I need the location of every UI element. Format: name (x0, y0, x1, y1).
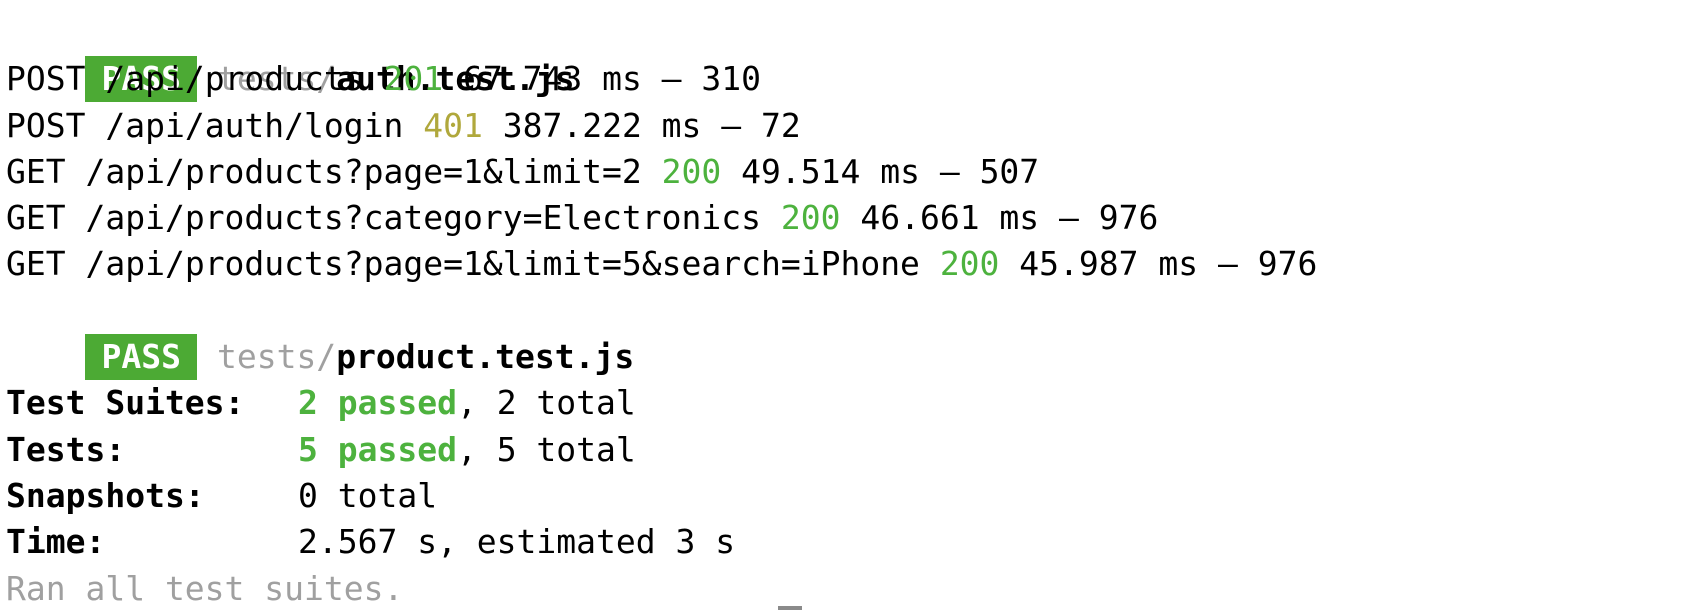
request-log-line: GET /api/products?page=1&limit=2 200 49.… (6, 149, 1676, 195)
suite-result-line: PASS tests/product.test.js (6, 288, 1676, 381)
suite-file: product.test.js (336, 337, 635, 377)
text-cursor (778, 606, 802, 610)
request-method: POST (6, 59, 86, 99)
summary-value: 0 total (298, 475, 438, 515)
summary-total: , 2 total (456, 383, 636, 423)
request-size: 310 (701, 59, 762, 99)
request-status: 401 (423, 105, 483, 145)
request-status: 200 (780, 198, 841, 238)
request-path: /api/products?page=1&limit=2 (85, 151, 642, 191)
suite-dir: tests/ (216, 337, 337, 377)
summary-passed: 5 passed (298, 429, 457, 469)
separator: – (1198, 244, 1258, 284)
request-method: GET (6, 244, 66, 284)
request-status: 201 (383, 59, 444, 99)
request-time: 46.661 ms (860, 198, 1040, 238)
request-log-line: POST /api/products 201 67.743 ms – 310 (6, 56, 1676, 102)
summary-suites: Test Suites: 2 passed, 2 total (6, 380, 1676, 426)
suite-result-line: PASS tests/auth.test.js (6, 10, 1676, 103)
request-path: /api/products?page=1&limit=5&search=iPho… (85, 244, 920, 284)
request-size: 976 (1257, 244, 1318, 284)
summary-label: Time: (6, 522, 106, 562)
request-size: 72 (761, 105, 801, 145)
summary-total: , 5 total (456, 429, 636, 469)
request-method: GET (6, 151, 66, 191)
separator: – (701, 105, 762, 145)
request-time: 387.222 ms (502, 105, 702, 145)
request-log-line: GET /api/products?page=1&limit=5&search=… (6, 241, 1676, 287)
terminal-output: PASS tests/auth.test.js POST /api/product… (6, 10, 1676, 608)
request-time: 49.514 ms (741, 151, 920, 191)
request-size: 507 (979, 151, 1040, 191)
request-method: GET (6, 198, 66, 238)
summary-footer: Ran all test suites. (6, 568, 404, 608)
summary-passed: 2 passed (298, 383, 457, 423)
separator: – (1039, 198, 1099, 238)
request-time: 67.743 ms (463, 59, 642, 99)
summary-label: Test Suites: (6, 383, 245, 423)
request-path: /api/products?category=Electronics (85, 198, 761, 238)
separator: – (641, 59, 702, 99)
request-method: POST (6, 105, 86, 145)
request-size: 976 (1098, 198, 1159, 238)
request-status: 200 (661, 151, 722, 191)
request-path: /api/products (105, 59, 364, 99)
request-path: /api/auth/login (105, 105, 404, 145)
request-status: 200 (939, 244, 1000, 284)
separator: – (919, 151, 980, 191)
summary-label: Tests: (6, 429, 126, 469)
request-time: 45.987 ms (1019, 244, 1199, 284)
request-log-line: GET /api/products?category=Electronics 2… (6, 195, 1676, 241)
summary-time: Time: 2.567 s, estimated 3 s (6, 519, 1676, 565)
summary-snapshots: Snapshots: 0 total (6, 473, 1676, 519)
summary-tests: Tests: 5 passed, 5 total (6, 427, 1676, 473)
summary-label: Snapshots: (6, 475, 205, 515)
pass-badge: PASS (85, 334, 197, 381)
summary-value: 2.567 s, estimated 3 s (298, 522, 736, 562)
request-log-line: POST /api/auth/login 401 387.222 ms – 72 (6, 103, 1676, 149)
